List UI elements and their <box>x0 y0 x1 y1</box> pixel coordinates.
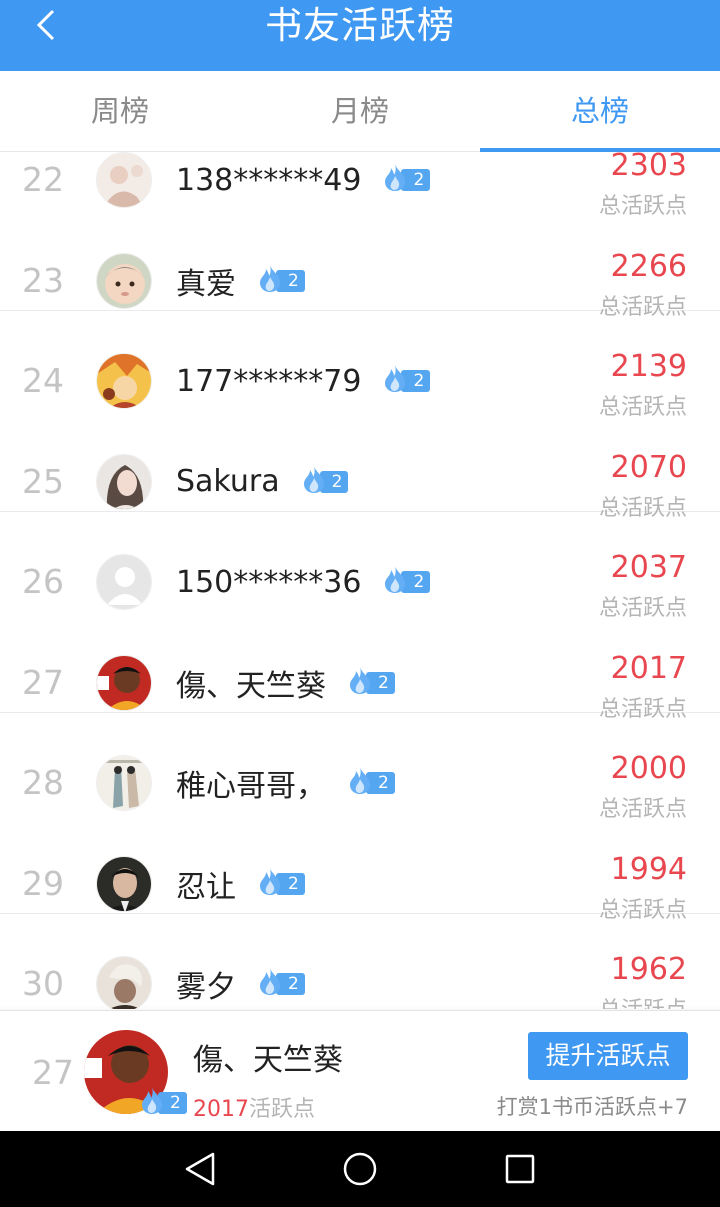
circle-home-icon <box>343 1152 377 1186</box>
my-name: 傷、天竺葵 <box>193 1043 343 1078</box>
nav-back-button[interactable] <box>180 1149 220 1189</box>
level-badge: 2 <box>346 767 395 795</box>
points-value: 2037 <box>610 550 687 585</box>
list-item[interactable]: 27 傷、天竺葵 2 2017 总活跃点 <box>0 613 720 722</box>
avatar[interactable] <box>96 453 152 510</box>
tab-monthly[interactable]: 月榜 <box>240 71 480 151</box>
user-name[interactable]: 忍让 <box>176 862 236 906</box>
user-name[interactable]: 雾夕 <box>176 962 236 1006</box>
user-name[interactable]: 138******49 <box>176 163 361 198</box>
level-badge: 2 <box>381 365 431 393</box>
square-recents-icon <box>505 1154 535 1184</box>
list-item[interactable]: 24 177******79 2 2139 总活跃点 <box>0 311 720 420</box>
points-value: 2266 <box>610 248 687 284</box>
system-nav-bar <box>0 1131 720 1207</box>
rank-number: 22 <box>22 160 64 199</box>
rank-number: 28 <box>22 763 64 802</box>
avatar[interactable] <box>96 654 152 711</box>
points-label: 总活跃点 <box>599 992 687 1009</box>
points-value: 1994 <box>610 851 687 887</box>
nav-recents-button[interactable] <box>500 1149 540 1189</box>
app-header: 书友活跃榜 <box>0 0 720 71</box>
flame-icon <box>260 264 281 292</box>
user-name[interactable]: 傷、天竺葵 <box>176 661 326 705</box>
points-value: 2000 <box>610 751 687 786</box>
rank-number: 25 <box>22 461 64 501</box>
rank-number: 26 <box>22 562 64 601</box>
flame-icon <box>142 1087 163 1114</box>
level-badge: 2 <box>381 164 431 192</box>
avatar[interactable] <box>96 252 152 309</box>
list-item[interactable]: 25 Sakura 2 2070 总活跃点 <box>0 412 720 521</box>
avatar[interactable] <box>96 554 152 610</box>
level-badge: 2 <box>256 264 305 293</box>
flame-icon <box>385 566 406 593</box>
user-name[interactable]: 稚心哥哥， <box>176 761 326 805</box>
rank-number: 30 <box>22 964 64 1003</box>
default-avatar-icon <box>97 555 151 609</box>
avatar[interactable] <box>96 152 152 208</box>
flame-icon <box>260 968 281 995</box>
points-value: 2070 <box>610 449 687 485</box>
tab-total[interactable]: 总榜 <box>480 71 720 152</box>
user-name[interactable]: 真爱 <box>176 259 236 303</box>
user-name[interactable]: 150******36 <box>176 565 361 600</box>
level-badge: 2 <box>381 566 431 594</box>
avatar[interactable] <box>96 353 152 409</box>
rank-number: 27 <box>22 662 64 702</box>
flame-icon <box>350 666 371 694</box>
flame-icon <box>385 365 406 392</box>
points-value: 2017 <box>610 650 687 686</box>
flame-icon <box>260 867 281 895</box>
tab-weekly[interactable]: 周榜 <box>0 71 240 151</box>
nav-home-button[interactable] <box>340 1149 380 1189</box>
boost-activity-button[interactable]: 提升活跃点 <box>528 1032 688 1080</box>
page-title: 书友活跃榜 <box>265 4 455 47</box>
user-name[interactable]: Sakura <box>176 464 280 499</box>
flame-icon <box>303 465 324 493</box>
flame-icon <box>385 164 406 191</box>
my-level-badge: 2 <box>138 1087 187 1115</box>
flame-icon <box>350 767 371 794</box>
reward-hint: 打赏1书币活跃点+7 <box>496 1095 688 1119</box>
my-points-suffix: 活跃点 <box>249 1097 316 1122</box>
rank-number: 24 <box>22 361 64 400</box>
points-value: 2139 <box>610 349 687 384</box>
triangle-back-icon <box>185 1152 215 1186</box>
list-item[interactable]: 28 稚心哥哥， 2 2000 总活跃点 <box>0 713 720 822</box>
list-item[interactable]: 23 真爱 2 2266 总活跃点 <box>0 211 720 320</box>
level-badge: 2 <box>256 867 305 896</box>
my-points-value: 2017 <box>193 1097 249 1122</box>
points-value: 2303 <box>610 152 687 183</box>
list-item[interactable]: 22 138******49 2 2303 总活跃点 <box>0 152 720 219</box>
period-tabs: 周榜 月榜 总榜 <box>0 71 720 152</box>
list-item[interactable]: 26 150******36 2 2037 总活跃点 <box>0 512 720 621</box>
list-item[interactable]: 29 忍让 2 1994 总活跃点 <box>0 814 720 923</box>
list-item[interactable]: 30 雾夕 2 1962 总活跃点 <box>0 914 720 1009</box>
level-badge: 2 <box>300 465 349 494</box>
avatar[interactable] <box>96 956 152 1009</box>
my-points: 2017活跃点 <box>193 1091 315 1123</box>
level-badge: 2 <box>256 968 305 996</box>
my-rank-bar: 27 2 傷、天竺葵 2017活跃点 提升活跃点 打赏1书币活跃点+7 <box>0 1010 720 1131</box>
avatar[interactable] <box>96 855 152 912</box>
my-rank-number: 27 <box>32 1053 74 1092</box>
rank-number: 29 <box>22 863 64 903</box>
points-value: 1962 <box>610 952 687 987</box>
user-name[interactable]: 177******79 <box>176 364 361 399</box>
rank-number: 23 <box>22 260 64 300</box>
ranking-list[interactable]: 22 138******49 2 2303 总活跃点 23 真爱 2 2266 … <box>0 152 720 1009</box>
level-badge: 2 <box>346 666 395 695</box>
avatar[interactable] <box>96 755 152 811</box>
